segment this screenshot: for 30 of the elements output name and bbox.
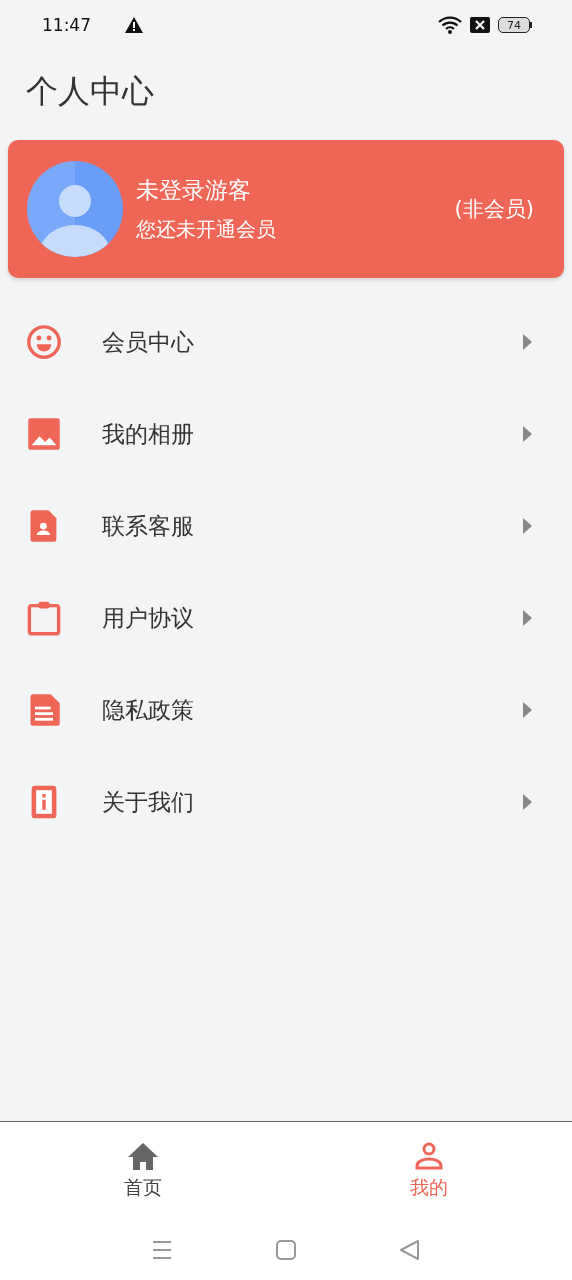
back-icon[interactable]	[398, 1238, 422, 1262]
menu-item[interactable]: 关于我们	[0, 756, 572, 848]
chevron-icon	[522, 702, 532, 718]
chevron-icon	[522, 518, 532, 534]
membership-status: 您还未开通会员	[136, 216, 277, 243]
menu-item[interactable]: 我的相册	[0, 388, 572, 480]
page-title: 个人中心	[26, 72, 154, 110]
user-name: 未登录游客	[136, 176, 252, 205]
image-icon	[26, 416, 62, 452]
menu-item[interactable]: 隐私政策	[0, 664, 572, 756]
status-time: 11:47	[42, 15, 91, 35]
wifi-icon	[438, 16, 462, 34]
clipboard-icon	[26, 600, 62, 636]
chevron-icon	[522, 610, 532, 626]
no-sim-icon	[470, 17, 490, 33]
home-button-icon[interactable]	[274, 1238, 298, 1262]
battery-icon: 74	[498, 17, 532, 33]
home-icon	[126, 1141, 160, 1171]
chevron-icon	[522, 794, 532, 810]
menu-item[interactable]: 用户协议	[0, 572, 572, 664]
membership-label: (非会员)	[454, 196, 534, 223]
menu-item[interactable]: 联系客服	[0, 480, 572, 572]
chevron-icon	[522, 334, 532, 350]
menu-item[interactable]: 会员中心	[0, 296, 572, 388]
tab-item[interactable]: 首页	[0, 1122, 286, 1220]
warning-icon	[125, 17, 143, 33]
chevron-icon	[522, 426, 532, 442]
smiley-icon	[26, 324, 62, 360]
menu-icon[interactable]	[150, 1238, 174, 1262]
avatar-icon	[27, 161, 123, 257]
